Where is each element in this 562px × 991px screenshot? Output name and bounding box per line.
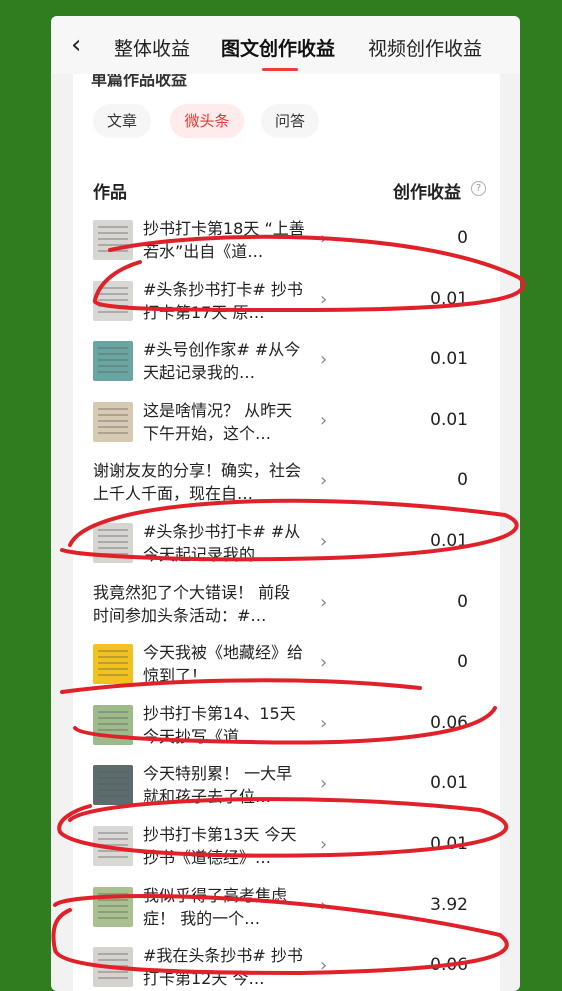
earnings-value: 0.01	[430, 531, 468, 551]
post-thumbnail	[93, 220, 133, 260]
earnings-card: 单篇作品收益 文章 微头条 问答 作品 创作收益 ? 抄书打卡第18天 “上善若…	[73, 74, 500, 991]
post-title: #头号创作家# #从今天起记录我的…	[143, 340, 301, 383]
post-title: 抄书打卡第13天 今天抄书《道德经》…	[143, 825, 297, 867]
chevron-right-icon: ›	[320, 955, 328, 977]
post-thumbnail	[93, 704, 133, 745]
chevron-right-icon: ›	[320, 349, 328, 371]
post-title: 抄书打卡第18天 “上善若水”出自《道…	[143, 219, 305, 261]
chevron-right-icon: ›	[320, 712, 328, 734]
earnings-value: 0.01	[430, 834, 468, 854]
active-tab-indicator	[262, 68, 298, 71]
chevron-right-icon: ›	[320, 288, 328, 310]
earnings-value: 0	[457, 228, 468, 248]
chevron-right-icon: ›	[320, 773, 328, 795]
list-item[interactable]: 抄书打卡第14、15天 今天抄写《道… › 0.06	[73, 695, 500, 755]
chevron-right-icon: ›	[320, 228, 328, 249]
earnings-value: 0	[457, 652, 468, 673]
earnings-value: 0.01	[430, 349, 468, 370]
post-thumbnail	[93, 341, 133, 382]
list-item[interactable]: 抄书打卡第18天 “上善若水”出自《道… › 0	[73, 210, 500, 270]
chevron-right-icon: ›	[320, 894, 328, 916]
post-title: 我竟然犯了个大错误！ 前段时间参加头条活动：#…	[93, 582, 291, 625]
earnings-value: 0.01	[430, 288, 468, 309]
earnings-value: 0	[457, 591, 468, 612]
earnings-value: 0.01	[430, 773, 468, 794]
chevron-right-icon: ›	[320, 591, 328, 613]
earnings-value: 0.06	[430, 712, 468, 733]
list-item[interactable]: 今天我被《地藏经》给惊到了！ … › 0	[73, 634, 500, 694]
post-thumbnail	[93, 280, 133, 321]
tab-article-earnings[interactable]: 图文创作收益	[221, 34, 335, 61]
chevron-right-icon: ›	[320, 470, 328, 492]
list-item[interactable]: 我竟然犯了个大错误！ 前段时间参加头条活动：#… › 0	[73, 574, 500, 634]
post-thumbnail	[93, 401, 133, 442]
post-thumbnail	[93, 523, 133, 563]
info-icon[interactable]: ?	[471, 181, 486, 196]
chevron-right-icon: ›	[320, 652, 328, 674]
chevron-right-icon: ›	[320, 531, 328, 552]
post-title: #我在头条抄书# 抄书打卡第12天 今…	[143, 946, 303, 989]
post-thumbnail	[93, 765, 133, 806]
chip-article[interactable]: 文章	[93, 104, 151, 138]
post-title: 这是啥情况？ 从昨天下午开始，这个…	[143, 400, 293, 443]
earnings-value: 0.06	[430, 955, 468, 976]
list-item[interactable]: #头条抄书打卡# #从今天起记录我的… › 0.01	[73, 513, 500, 573]
list-item[interactable]: 今天特别累！ 一大早就和孩子去了位… › 0.01	[73, 755, 500, 815]
chip-micro-post[interactable]: 微头条	[170, 104, 244, 138]
chip-qa[interactable]: 问答	[261, 104, 319, 138]
earnings-value: 0	[457, 470, 468, 491]
list-item[interactable]: #头号创作家# #从今天起记录我的… › 0.01	[73, 331, 500, 391]
post-title: 今天我被《地藏经》给惊到了！ …	[143, 643, 304, 686]
post-title: #头条抄书打卡# 抄书打卡第17天 原…	[143, 279, 303, 322]
post-title: 我似乎得了高考焦虑症！ 我的一个…	[143, 885, 288, 928]
column-header-earnings: 创作收益	[393, 183, 461, 203]
post-title: 谢谢友友的分享！确实，社会上千人千面，现在自…	[93, 461, 302, 504]
earnings-value: 3.92	[430, 894, 468, 915]
post-thumbnail	[93, 886, 133, 927]
tab-overall-earnings[interactable]: 整体收益	[114, 34, 190, 61]
post-title: 抄书打卡第14、15天 今天抄写《道…	[143, 703, 296, 746]
post-title: 今天特别累！ 一大早就和孩子去了位…	[143, 764, 293, 807]
post-thumbnail	[93, 644, 133, 685]
list-item[interactable]: #我在头条抄书# 抄书打卡第12天 今… › 0.06	[73, 937, 500, 991]
back-arrow-icon[interactable]: ‹	[71, 30, 97, 60]
chevron-right-icon: ›	[320, 834, 328, 855]
post-thumbnail	[93, 826, 133, 866]
list-item[interactable]: 抄书打卡第13天 今天抄书《道德经》… › 0.01	[73, 816, 500, 876]
chevron-right-icon: ›	[320, 409, 328, 431]
post-thumbnail	[93, 947, 133, 988]
list-item[interactable]: 我似乎得了高考焦虑症！ 我的一个… › 3.92	[73, 877, 500, 937]
top-navigation-bar: ‹ 整体收益 图文创作收益 视频创作收益	[51, 16, 520, 74]
list-item[interactable]: 谢谢友友的分享！确实，社会上千人千面，现在自… › 0	[73, 452, 500, 512]
column-header-works: 作品	[93, 183, 127, 203]
list-item[interactable]: 这是啥情况？ 从昨天下午开始，这个… › 0.01	[73, 392, 500, 452]
post-title: #头条抄书打卡# #从今天起记录我的…	[143, 522, 301, 564]
list-item[interactable]: #头条抄书打卡# 抄书打卡第17天 原… › 0.01	[73, 271, 500, 331]
earnings-value: 0.01	[430, 409, 468, 430]
tab-video-earnings[interactable]: 视频创作收益	[368, 34, 482, 61]
section-title: 单篇作品收益	[91, 74, 188, 89]
phone-screen: ‹ 整体收益 图文创作收益 视频创作收益 单篇作品收益 文章 微头条 问答 作品…	[51, 16, 520, 991]
